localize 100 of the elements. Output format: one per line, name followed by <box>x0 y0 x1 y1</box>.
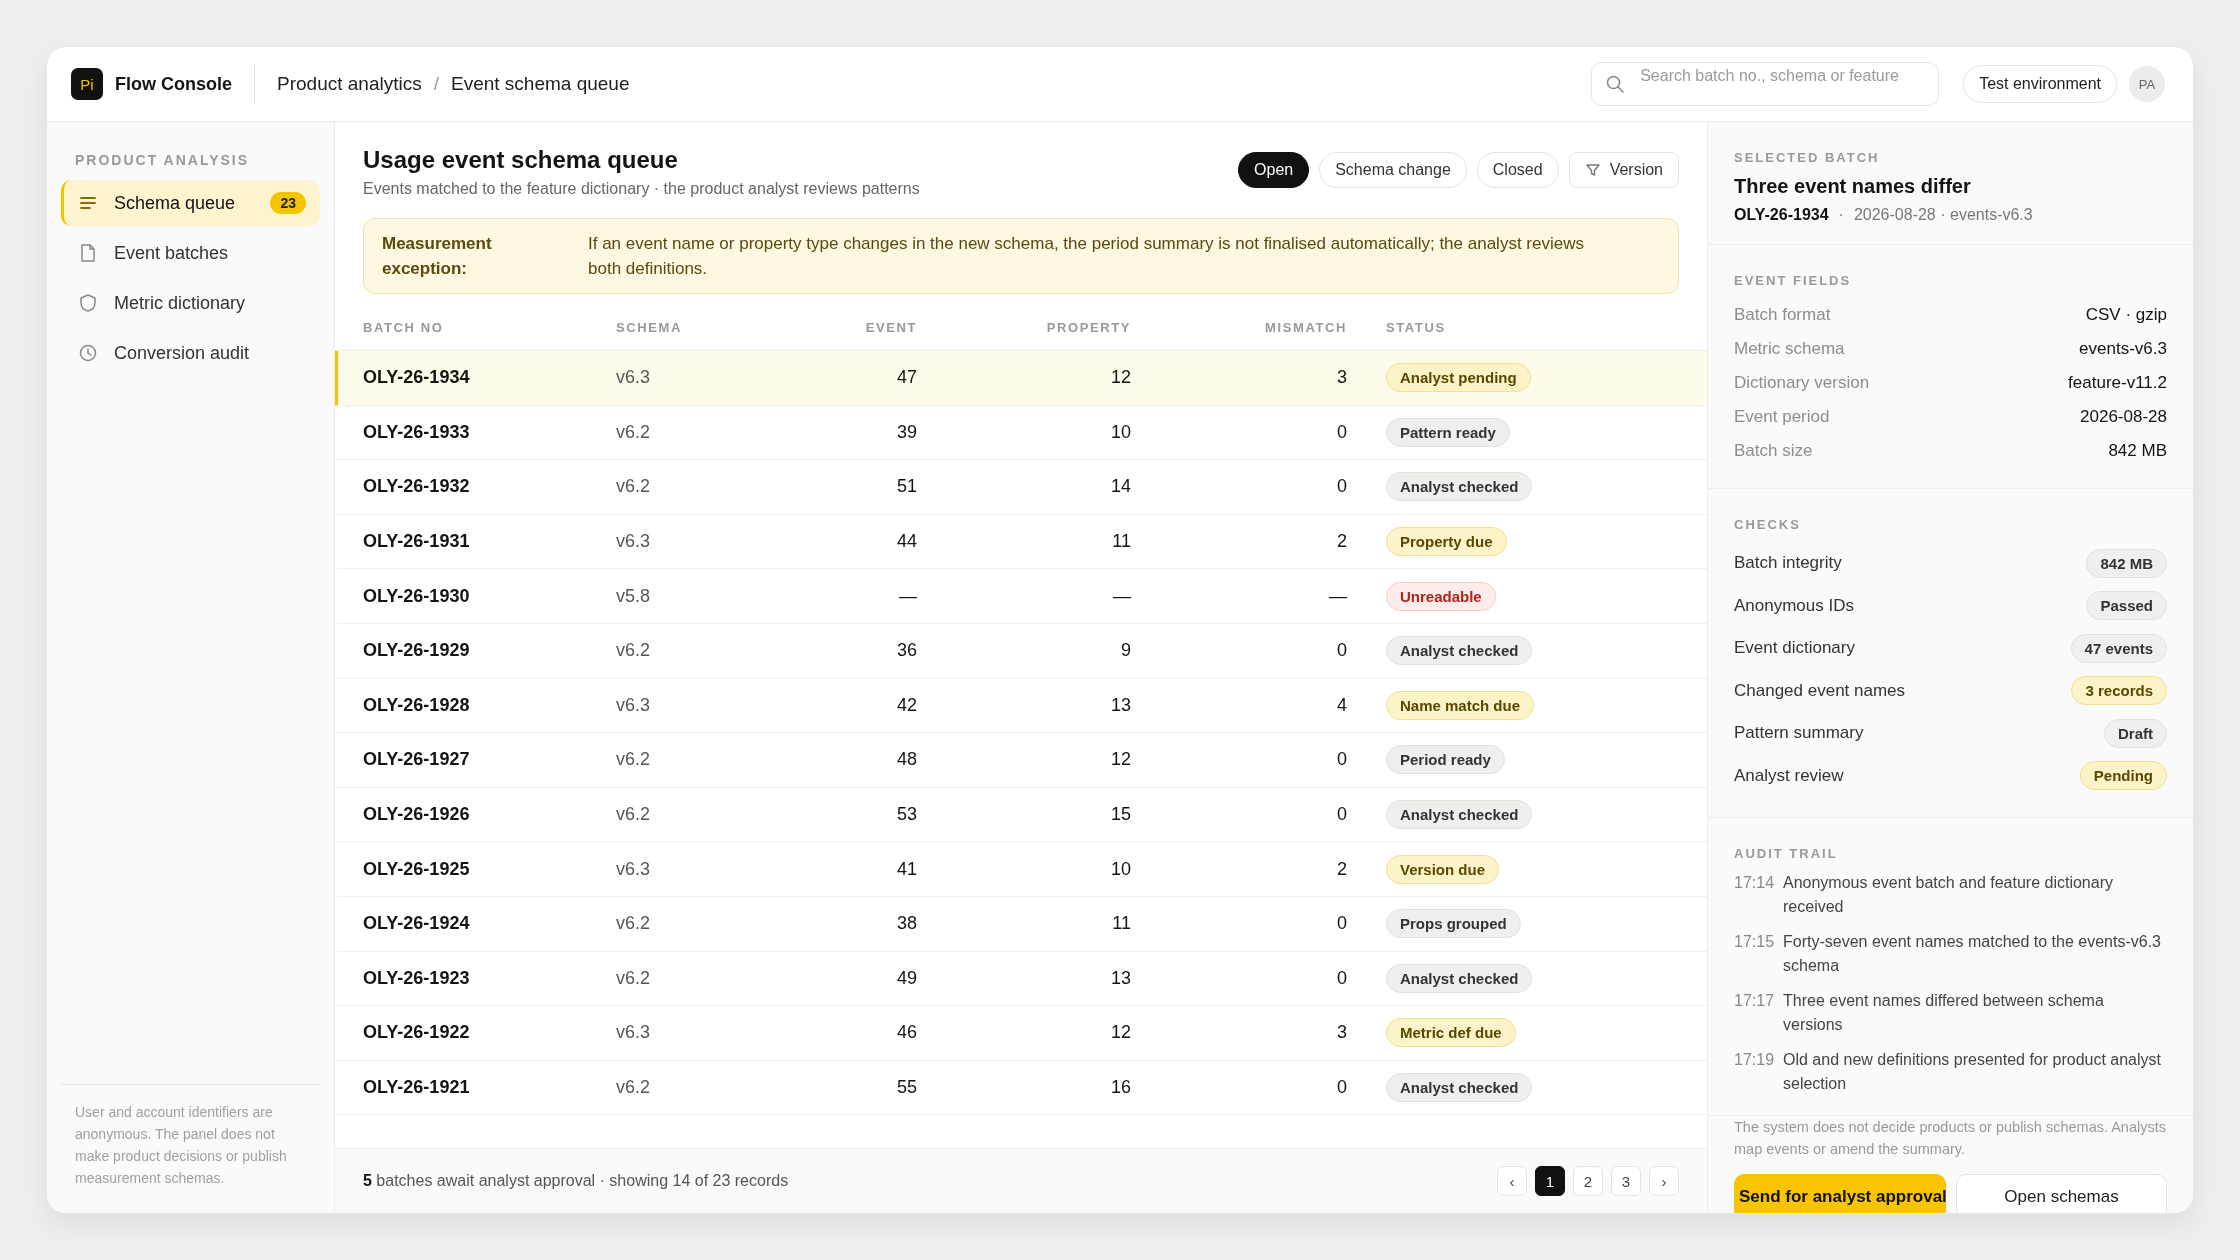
column-header: MISMATCH <box>1264 319 1347 335</box>
table-row[interactable]: OLY-26-1928 v6.3 42 13 4 Name match due <box>335 678 1707 734</box>
table-row[interactable]: OLY-26-1931 v6.3 44 11 2 Property due <box>335 514 1707 570</box>
table-cell-text: 0 <box>1336 804 1347 826</box>
sidebar-item[interactable]: Metric dictionary <box>61 280 320 326</box>
check-badge: 842 MB <box>2086 548 2167 578</box>
approval-button[interactable]: Send for analyst approval <box>1734 1174 1946 1213</box>
table-cell-text: 16 <box>1109 1077 1131 1098</box>
search-field[interactable]: Search batch no., schema or feature <box>1591 62 1940 106</box>
table-cell-text: OLY-26-1932 <box>363 476 471 498</box>
check-badge: Passed <box>2086 591 2167 621</box>
page-button[interactable]: 3 <box>1611 1166 1641 1196</box>
check-label: Changed event names <box>1734 680 1906 701</box>
environment-button[interactable]: Test environment <box>1963 65 2117 103</box>
table-cell-text: OLY-26-1928 <box>363 694 471 716</box>
meta-separator: · <box>1838 206 1844 224</box>
sidebar-item[interactable]: Conversion audit <box>61 330 320 376</box>
batch-title: Three event names differ <box>1734 175 1972 198</box>
field-label: Batch format <box>1734 305 1831 325</box>
table-row[interactable]: OLY-26-1932 v6.2 51 14 0 Analyst checked <box>335 460 1707 515</box>
table-cell-text: v6.3 <box>616 367 652 389</box>
table-cell-text: 42 <box>895 694 917 716</box>
page-button[interactable]: 1 <box>1535 1166 1565 1196</box>
table-cell-text: 0 <box>1336 640 1347 662</box>
document-icon <box>78 243 98 263</box>
table-cell-text: 3 <box>1336 1022 1347 1044</box>
table-row[interactable]: OLY-26-1921 v6.2 55 16 0 Analyst checked <box>335 1060 1707 1116</box>
shield-icon <box>78 293 98 313</box>
table-row[interactable]: OLY-26-1933 v6.2 39 10 0 Pattern ready <box>335 405 1707 461</box>
field-label: Metric schema <box>1734 339 1845 359</box>
table-cell-text: 49 <box>895 967 917 989</box>
table-cell-text: 15 <box>1109 804 1131 826</box>
sidebar-item[interactable]: Schema queue 23 <box>61 180 320 226</box>
field-label: Dictionary version <box>1734 373 1870 393</box>
section-heading: SELECTED BATCH <box>1734 150 1881 165</box>
table-cell-text: 36 <box>895 640 917 662</box>
audit-time: 17:17 <box>1734 991 1776 1011</box>
status-badge: Version due <box>1386 854 1500 884</box>
table-cell-text: v6.2 <box>616 913 652 935</box>
field-value: feature-v11.2 <box>2068 373 2167 393</box>
check-badge: Draft <box>2104 718 2167 748</box>
status-badge: Analyst checked <box>1386 636 1533 666</box>
next-page-button[interactable]: › <box>1649 1166 1679 1196</box>
table-cell-text: 0 <box>1336 749 1347 771</box>
table-cell-text: 2 <box>1336 531 1347 553</box>
status-badge: Analyst checked <box>1386 800 1533 830</box>
table-row[interactable]: OLY-26-1925 v6.3 41 10 2 Version due <box>335 842 1707 897</box>
table-cell-text: OLY-26-1926 <box>363 804 471 826</box>
open-schemas-button[interactable]: Open schemas <box>1956 1174 2167 1213</box>
check-badge: 47 events <box>2070 633 2167 663</box>
breadcrumb-link[interactable]: Product analytics <box>277 73 422 95</box>
table-cell-text: 38 <box>895 913 917 935</box>
table-row[interactable]: OLY-26-1934 v6.3 47 12 3 Analyst pending <box>335 351 1707 406</box>
user-avatar[interactable]: PA <box>2129 66 2165 102</box>
table-row[interactable]: OLY-26-1930 v5.8 — — — Unreadable <box>335 569 1707 624</box>
audit-time: 17:15 <box>1734 932 1776 952</box>
table-cell-text: v5.8 <box>616 585 652 607</box>
audit-entry: Three event names differed between schema versions <box>1783 991 2105 1035</box>
table-row[interactable]: OLY-26-1929 v6.2 36 9 0 Analyst checked <box>335 623 1707 679</box>
table-row[interactable]: OLY-26-1927 v6.2 48 12 0 Period ready <box>335 733 1707 788</box>
filter-button[interactable]: Version <box>1568 152 1679 188</box>
table-cell-text: 4 <box>1336 694 1347 716</box>
check-label: Analyst review <box>1734 765 1844 786</box>
column-header: STATUS <box>1385 319 1447 335</box>
table-cell-text: v6.2 <box>616 421 652 443</box>
field-value: events-v6.3 <box>2079 339 2167 359</box>
table-row[interactable]: OLY-26-1926 v6.2 53 15 0 Analyst checked <box>335 787 1707 843</box>
table-row[interactable]: OLY-26-1924 v6.2 38 11 0 Props grouped <box>335 896 1707 952</box>
check-badge: 3 records <box>2071 676 2167 706</box>
notice-text: If an event name or property type changes in the new schema, the period summary is not finalised automatically; the analyst reviews both definitions. <box>588 233 1585 280</box>
table-cell-text: 48 <box>895 749 917 771</box>
table-row[interactable]: OLY-26-1922 v6.3 46 12 3 Metric def due <box>335 1006 1707 1061</box>
status-badge: Unreadable <box>1386 581 1496 611</box>
table-cell-text: v6.3 <box>616 858 652 880</box>
breadcrumb-link[interactable]: Event schema queue <box>450 73 630 95</box>
audit-time: 17:14 <box>1734 873 1776 893</box>
table-cell-text: v6.2 <box>616 804 652 826</box>
audit-entry: Anonymous event batch and feature dictionary received <box>1783 873 2114 917</box>
status-badge: Metric def due <box>1386 1018 1516 1048</box>
previous-page-button[interactable]: ‹ <box>1497 1166 1527 1196</box>
filter-icon <box>1584 162 1601 178</box>
table-cell-text: v6.2 <box>616 1077 652 1098</box>
filter-tab[interactable]: Open <box>1238 152 1310 188</box>
field-label: Batch size <box>1734 441 1813 461</box>
table-cell-text: OLY-26-1929 <box>363 640 471 662</box>
filter-tab[interactable]: Schema change <box>1319 152 1467 188</box>
field-value: 2026-08-28 <box>2080 407 2167 427</box>
breadcrumb-separator: / <box>433 73 439 95</box>
table-cell-text: — <box>1112 585 1131 607</box>
page-button[interactable]: 2 <box>1573 1166 1603 1196</box>
filter-tab[interactable]: Closed <box>1476 152 1559 188</box>
table-cell-text: v6.2 <box>616 640 652 662</box>
table-cell-text: v6.2 <box>616 749 652 771</box>
table-row[interactable]: OLY-26-1923 v6.2 49 13 0 Analyst checked <box>335 951 1707 1007</box>
page-title: Usage event schema queue <box>363 145 679 175</box>
table-cell-text: 47 <box>895 367 917 389</box>
table-cell-text: 12 <box>1109 749 1131 771</box>
sidebar-item[interactable]: Event batches <box>61 230 320 276</box>
section-heading: EVENT FIELDS <box>1734 273 1853 288</box>
disclaimer-text: The system does not decide products or publish schemas. Analysts map events or amend the summary. <box>1734 1118 2167 1159</box>
